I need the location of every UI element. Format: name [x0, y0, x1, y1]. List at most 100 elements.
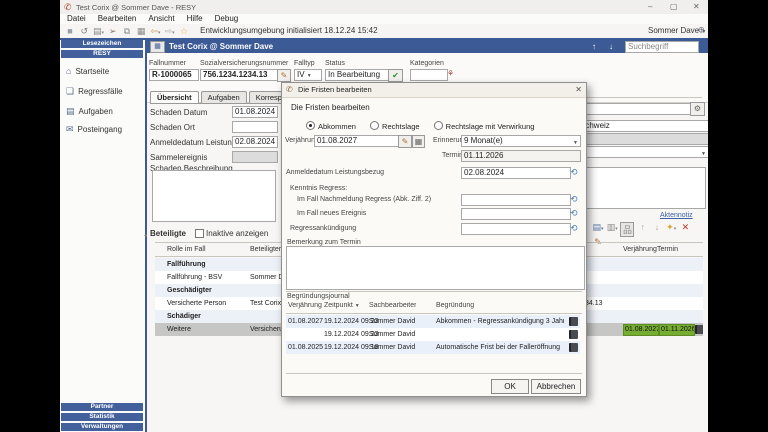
menu-debug[interactable]: Debug: [212, 13, 242, 24]
send-icon[interactable]: ➢: [107, 24, 119, 38]
svn-value[interactable]: 756.1234.1234.13: [200, 69, 278, 81]
verjaehrung-edit-pencil-icon[interactable]: ✎: [398, 135, 412, 148]
radio-dot: [306, 121, 315, 130]
refresh-icon[interactable]: ⟲: [570, 223, 578, 234]
calculator-icon[interactable]: ▦: [412, 135, 425, 148]
splitter-collapse-icon[interactable]: ◂: [144, 232, 147, 239]
delete-icon[interactable]: ✕: [679, 222, 691, 233]
sidebar-item-aufgaben[interactable]: ▤Aufgaben: [64, 106, 142, 120]
erinnerung-select[interactable]: 9 Monat(e)▼: [461, 135, 581, 147]
erinnerung-dropdown-icon: ▼: [573, 138, 578, 147]
aktennotiz-link[interactable]: Aktennotiz: [660, 212, 693, 219]
cancel-button[interactable]: Abbrechen: [531, 379, 581, 394]
copy-icon[interactable]: ⧉: [121, 24, 133, 38]
journal-icon[interactable]: [569, 343, 578, 354]
sidebar-item-startseite[interactable]: ⌂Startseite: [64, 66, 142, 80]
neues-ereignis-field[interactable]: [461, 208, 571, 220]
list-icon[interactable]: ▥▾: [606, 222, 618, 233]
schaden-ort-field[interactable]: [232, 121, 278, 133]
refresh-icon[interactable]: ⟲: [570, 208, 578, 219]
sidebar-header-resy[interactable]: RESY: [61, 50, 143, 58]
search-input[interactable]: Suchbegriff: [625, 41, 699, 53]
close-icon[interactable]: ✕: [693, 2, 700, 11]
journal-icon[interactable]: [569, 330, 578, 341]
dialog-heading: Die Fristen bearbeiten: [291, 103, 370, 112]
sidebar-item-posteingang[interactable]: ✉Posteingang: [64, 124, 142, 138]
down-icon[interactable]: ↓: [651, 222, 663, 232]
tasks-icon: ▤: [66, 106, 75, 116]
user-icon[interactable]: 𐃏: [698, 24, 705, 38]
journal-icon[interactable]: [569, 317, 578, 328]
ok-button[interactable]: OK: [491, 379, 529, 394]
termin-label: Termin: [442, 152, 463, 159]
arrow-down-icon[interactable]: ↓: [609, 42, 613, 51]
verjaehrung-field[interactable]: 01.08.2027: [314, 135, 400, 147]
radio-abkommen[interactable]: Abkommen: [306, 122, 356, 131]
sidebar-header-lesezeichen[interactable]: Lesezeichen: [61, 40, 143, 48]
journal-row[interactable]: 19.12.2024 09:23 Sommer David: [286, 328, 580, 341]
home-icon: ⌂: [66, 66, 71, 76]
tab-uebersicht[interactable]: Übersicht: [150, 91, 199, 103]
termin-field: 01.11.2026: [461, 150, 581, 162]
app-icon: ✆: [64, 2, 72, 13]
refresh-icon[interactable]: ⟲: [570, 167, 578, 178]
orgchart-icon[interactable]: 品: [620, 222, 634, 237]
sidebar-bottom-partner[interactable]: Partner: [61, 403, 143, 411]
schaden-datum-field[interactable]: 01.08.2024: [232, 106, 278, 118]
menu-hilfe[interactable]: Hilfe: [184, 13, 206, 24]
sidebar-item-regressfaelle[interactable]: ❏Regressfälle: [64, 86, 142, 100]
menu-ansicht[interactable]: Ansicht: [145, 13, 177, 24]
minimize-icon[interactable]: –: [648, 2, 652, 11]
dlg-anmeldedatum-field[interactable]: 02.08.2024: [461, 167, 571, 179]
refresh-icon[interactable]: ⟲: [570, 194, 578, 205]
tab-aufgaben[interactable]: Aufgaben: [201, 91, 247, 103]
maximize-icon[interactable]: ▢: [670, 2, 678, 11]
sidebar-bottom-verwaltungen[interactable]: Verwaltungen: [61, 423, 143, 431]
menu-datei[interactable]: Datei: [64, 13, 89, 24]
sort-desc-icon: ▼: [355, 303, 360, 309]
journal-row[interactable]: 01.08.2027 19.12.2024 09:23 Sommer David…: [286, 315, 580, 328]
regressankuendigung-field[interactable]: [461, 223, 571, 235]
right-field-1[interactable]: [577, 103, 691, 115]
paste-icon[interactable]: ▦: [135, 24, 147, 38]
col-termin[interactable]: Termin: [657, 246, 678, 253]
journal-divider-top: [286, 291, 582, 292]
journal-icon[interactable]: [695, 325, 703, 336]
up-icon[interactable]: ↑: [637, 222, 649, 232]
arrow-up-icon[interactable]: ↑: [592, 42, 596, 51]
right-textarea[interactable]: [577, 167, 706, 209]
inaktive-checkbox[interactable]: [195, 229, 204, 238]
right-select[interactable]: ▼: [577, 146, 708, 158]
beschreibung-textarea[interactable]: [152, 170, 276, 222]
bemerkung-textarea[interactable]: [286, 246, 585, 290]
favorite-icon[interactable]: ☆: [178, 24, 190, 38]
application-window: ✆ Test Corix @ Sommer Dave - RESY – ▢ ✕ …: [60, 0, 708, 432]
col-beteiligter[interactable]: Beteiligter: [250, 246, 281, 253]
anmeldedatum-field[interactable]: 02.08.2024: [232, 136, 278, 148]
col-rolle[interactable]: Rolle im Fall: [167, 246, 206, 253]
kategorien-value[interactable]: [410, 69, 448, 81]
dialog-close-icon[interactable]: ✕: [575, 83, 582, 97]
gear-icon[interactable]: ⚙: [690, 102, 705, 116]
radio-rechtslage[interactable]: Rechtslage: [370, 122, 420, 131]
kategorien-icon[interactable]: ⚘: [447, 69, 454, 78]
radio-rechtslage-verwirkung[interactable]: Rechtslage mit Verwirkung: [434, 122, 535, 131]
journal-row[interactable]: 01.08.2025 19.12.2024 09:18 Sommer David…: [286, 341, 580, 354]
beteiligte-label: Beteiligte: [150, 229, 186, 238]
col-verjaehrung[interactable]: Verjährung: [623, 246, 657, 253]
button-divider: [286, 373, 582, 374]
svn-edit-pencil-icon[interactable]: ✎: [277, 69, 291, 82]
falltyp-select[interactable]: IV ▼: [294, 69, 322, 81]
window-title: Test Corix @ Sommer Dave - RESY: [76, 3, 196, 12]
add-icon[interactable]: ✦▾: [665, 222, 677, 233]
save-icon[interactable]: ■: [64, 24, 76, 38]
country-field[interactable]: Schweiz: [577, 120, 708, 132]
nachmeldung-field[interactable]: [461, 194, 571, 206]
bemerkung-label: Bemerkung zum Termin: [287, 239, 361, 246]
status-value: In Bearbeitung: [325, 69, 389, 81]
sidebar-bottom-statistik[interactable]: Statistik: [61, 413, 143, 421]
status-check-icon[interactable]: ✔: [388, 69, 403, 82]
menu-bearbeiten[interactable]: Bearbeiten: [95, 13, 140, 24]
undo-icon[interactable]: ↺: [78, 24, 90, 38]
print2-icon[interactable]: ▤▾: [592, 222, 604, 233]
